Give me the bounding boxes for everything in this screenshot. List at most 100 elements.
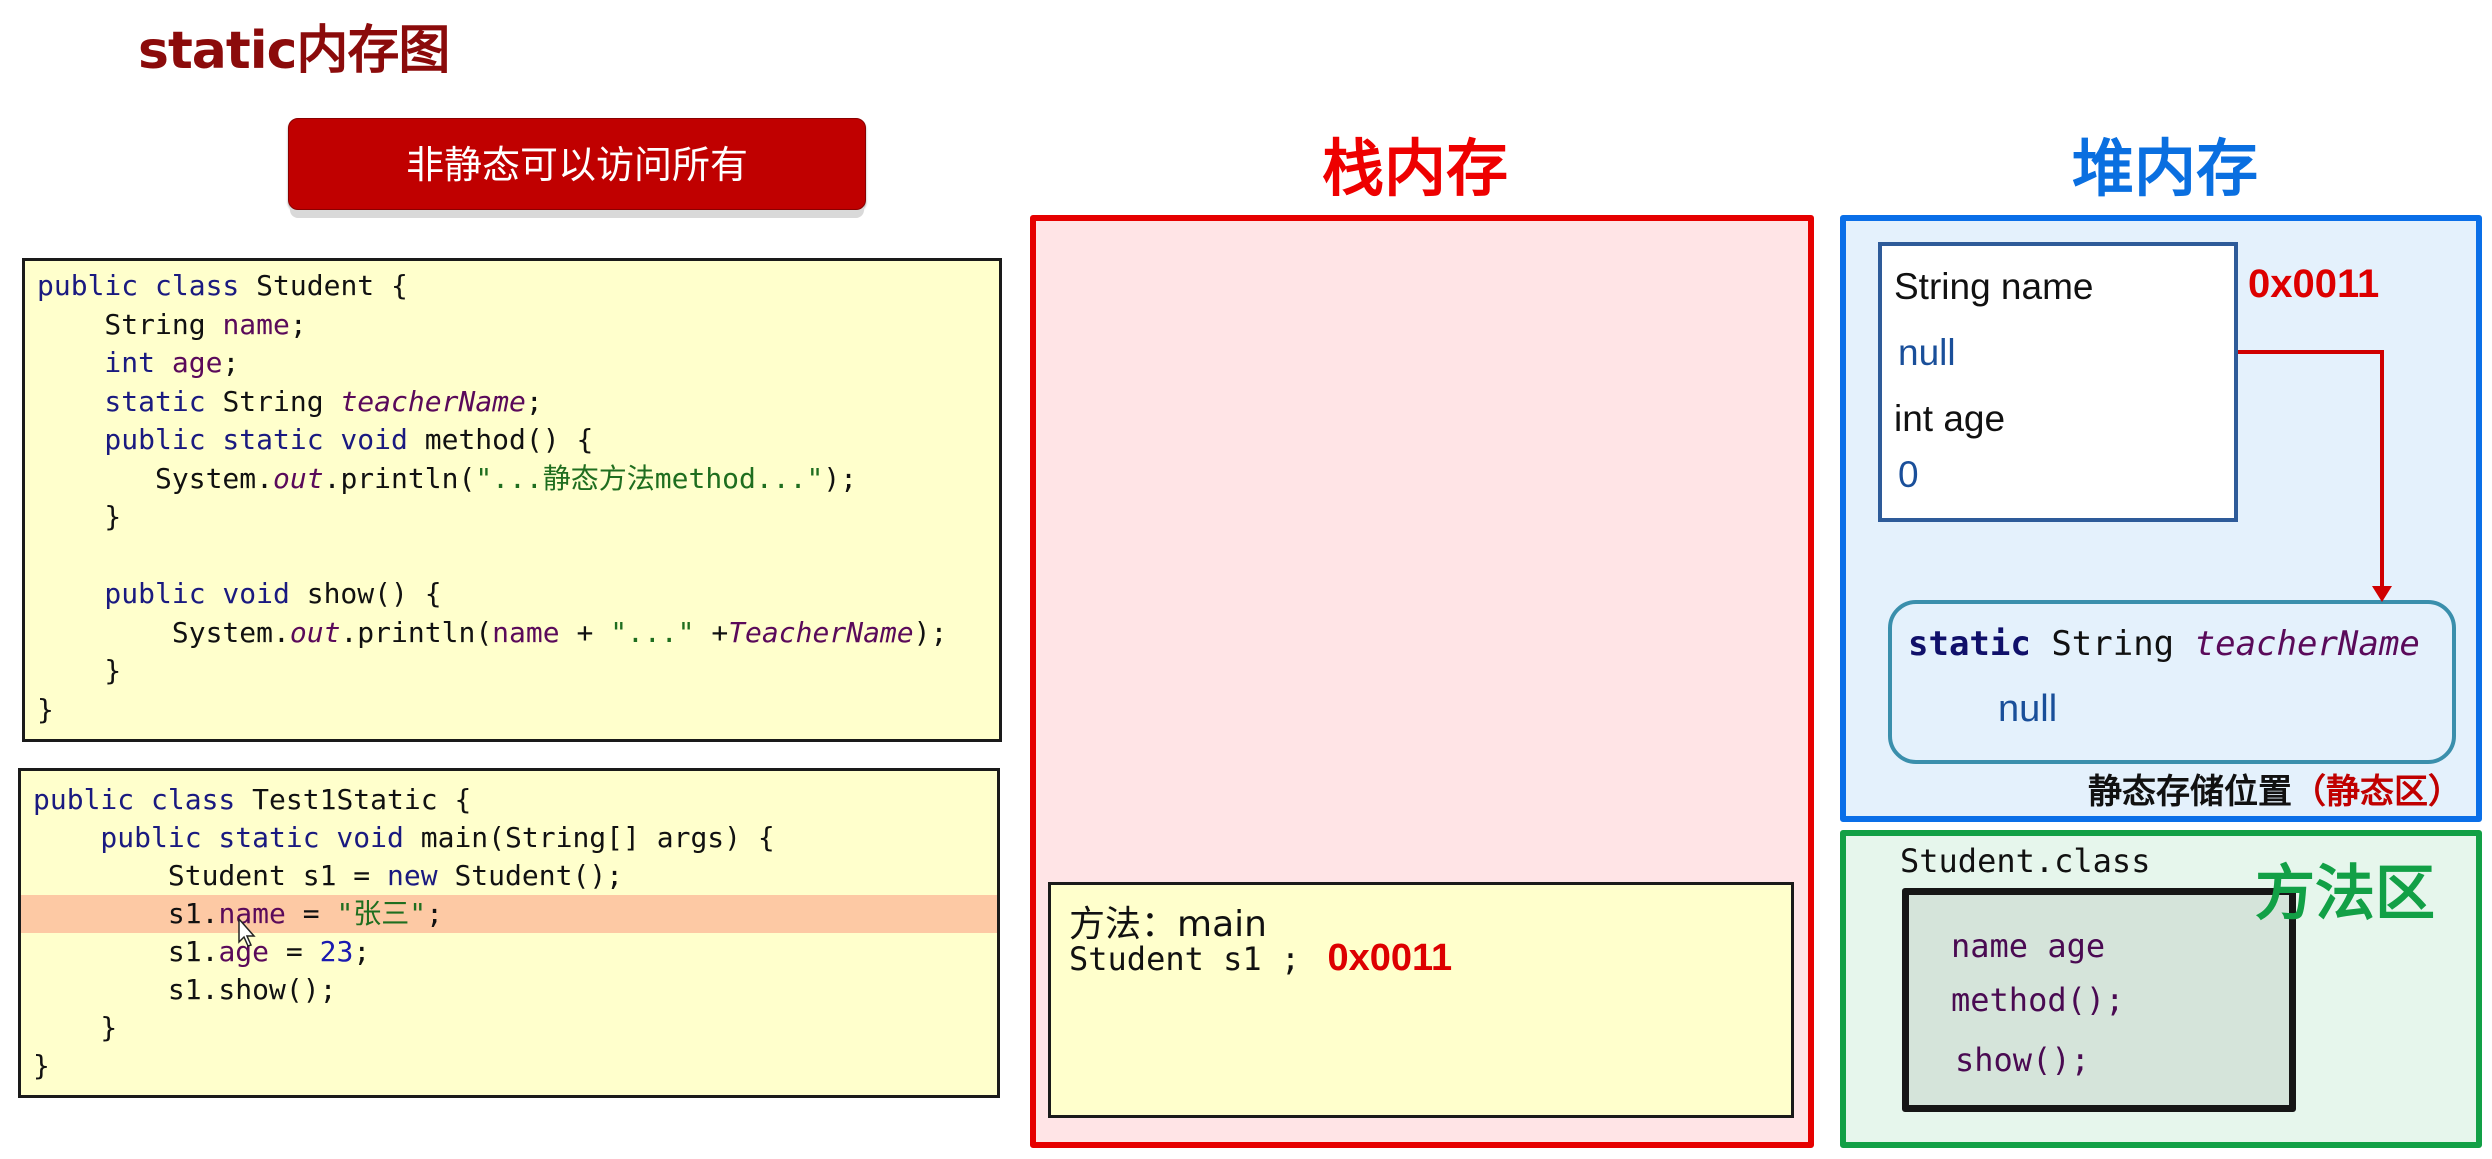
code-line: public static void main(String[] args) { [21, 819, 997, 857]
frame-variable-address: 0x0011 [1327, 937, 1453, 979]
static-area-label-paren: （静态区） [2292, 772, 2462, 812]
object-field-name-value: null [1898, 332, 1956, 373]
code-token: show() { [306, 577, 442, 610]
code-line: } [25, 498, 999, 536]
code-token: 23 [319, 935, 354, 968]
code-token: String [222, 384, 341, 418]
static-field-type: String [2051, 624, 2175, 664]
code-token: age [171, 346, 223, 379]
code-line: Student s1 = new Student(); [21, 857, 997, 895]
page-title: static内存图 [138, 21, 450, 81]
code-line: int age; [25, 344, 999, 382]
code-line: } [21, 1047, 997, 1085]
class-member-fields: name age [1951, 927, 2106, 965]
code-token: "张三" [336, 897, 427, 930]
code-token: } [37, 500, 122, 533]
code-token: out [289, 615, 341, 649]
code-line-highlighted: s1.name = "张三"; [21, 895, 997, 933]
code-token: s1. [33, 897, 219, 930]
code-token: ; [222, 346, 240, 379]
code-token: static [37, 384, 223, 418]
code-token: ); [913, 615, 948, 649]
code-token: + [694, 615, 729, 649]
code-line: public class Test1Static { [21, 781, 997, 819]
code-token: ; [353, 935, 371, 968]
code-token: } [33, 1049, 50, 1082]
code-token: int [37, 346, 172, 379]
code-token: "...静态方法method..." [475, 461, 824, 495]
code-token: name [222, 307, 290, 341]
student-class-box: name age method(); show(); [1902, 888, 2296, 1112]
object-field-age-label: int age [1894, 398, 2006, 439]
code-token: s1. [33, 935, 219, 968]
code-token: } [37, 692, 54, 726]
code-block-student-class: public class Student { String name; int … [22, 258, 1002, 742]
code-token: main(String[] args) { [420, 821, 775, 854]
code-token: name [492, 615, 560, 649]
code-token: public class [37, 269, 257, 302]
code-token: s1.show(); [33, 973, 337, 1006]
code-token: } [37, 654, 122, 687]
student-object: String name null int age 0 [1878, 242, 2238, 522]
code-token: } [33, 1011, 118, 1044]
method-area-title: 方法区 [2255, 859, 2435, 929]
static-field-value: null [1998, 688, 2058, 730]
code-token: ); [823, 461, 858, 495]
code-token: + [559, 615, 611, 649]
code-line: s1.show(); [21, 971, 997, 1009]
code-token: ; [525, 384, 543, 418]
class-file-label: Student.class [1900, 842, 2151, 880]
code-token: TeacherName [728, 615, 914, 649]
static-field-declaration: static String teacherName [1908, 624, 2420, 664]
code-line: } [25, 691, 999, 729]
code-token: = [269, 935, 320, 968]
code-line: static String teacherName; [25, 383, 999, 421]
static-keyword: static [1908, 624, 2031, 664]
code-token: String [37, 307, 223, 341]
code-line: String name; [25, 306, 999, 344]
code-line: System.out.println(name + "..." +Teacher… [25, 614, 999, 652]
code-token: out [273, 461, 324, 495]
mouse-cursor-icon [238, 918, 256, 947]
code-line: } [25, 652, 999, 690]
code-token: .println( [323, 461, 476, 495]
code-line: public void show() { [25, 575, 999, 613]
code-token: Student { [256, 269, 408, 302]
heap-memory-title: 堆内存 [2071, 132, 2258, 205]
class-member-method: method(); [1951, 981, 2125, 1019]
code-token: Student s1 = [33, 859, 388, 892]
code-line: s1.age = 23; [21, 933, 997, 971]
static-area-label: 静态存储位置（静态区） [2040, 764, 2462, 813]
object-field-age-value: 0 [1898, 454, 1919, 495]
code-line: } [21, 1009, 997, 1047]
code-token: public class [33, 783, 253, 816]
class-member-show: show(); [1955, 1041, 2090, 1079]
code-token: = [285, 897, 337, 930]
code-token: teacherName [340, 384, 526, 418]
code-line: public static void method() { [25, 421, 999, 459]
frame-variable-decl: Student s1 ; [1069, 940, 1301, 978]
tip-button-non-static-access-all[interactable]: 非静态可以访问所有 [288, 118, 866, 210]
static-area-label-text: 静态存储位置 [2088, 772, 2292, 812]
code-token: new [387, 859, 455, 892]
object-address: 0x0011 [2248, 262, 2380, 306]
code-token: method() { [424, 423, 594, 456]
code-token: .println( [340, 615, 493, 649]
code-block-test1static-class: public class Test1Static { public static… [18, 768, 1000, 1098]
static-field-name: teacherName [2194, 624, 2420, 664]
code-line: System.out.println("...静态方法method..."); [25, 460, 999, 498]
code-token: ; [426, 897, 444, 930]
stack-frame-main: 方法：main Student s1 ; 0x0011 [1048, 882, 1794, 1118]
code-token: "..." [610, 615, 695, 649]
frame-variable-s1: Student s1 ; 0x0011 [1069, 937, 1452, 980]
code-token: Student(); [454, 859, 624, 892]
code-line: public class Student { [25, 267, 999, 305]
code-token: public void [37, 577, 307, 610]
code-token: System. [37, 461, 274, 495]
code-token: Test1Static { [252, 783, 472, 816]
code-token: ; [289, 307, 307, 341]
code-token: System. [37, 615, 290, 649]
code-token: public static void [33, 821, 421, 854]
static-area-box: static String teacherName null [1888, 600, 2456, 764]
